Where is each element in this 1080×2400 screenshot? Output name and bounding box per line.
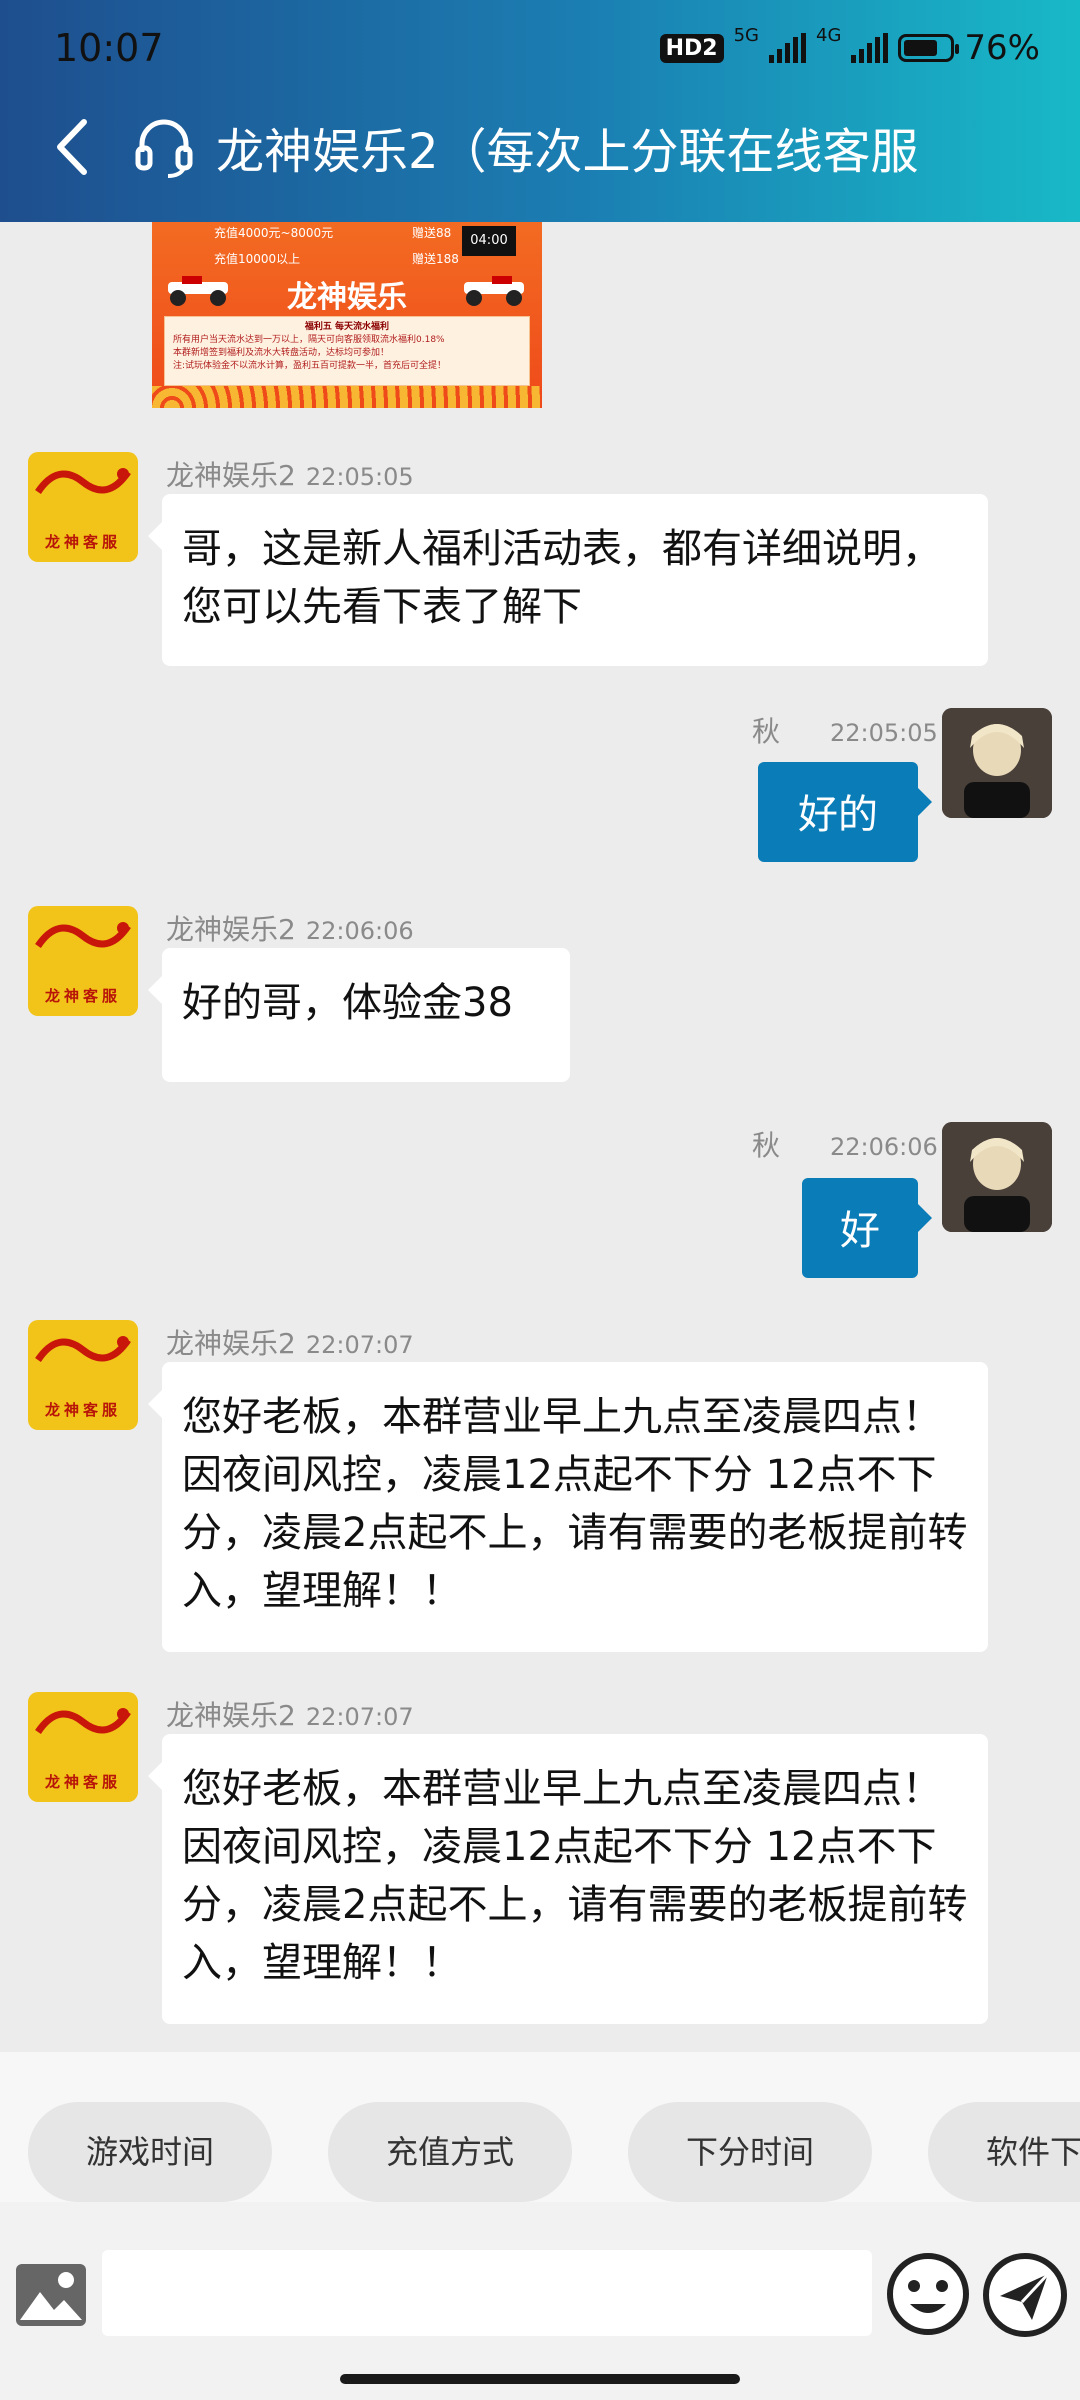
chat-title: 龙神娱乐2（每次上分联在线客服 (216, 124, 919, 180)
quick-reply-bar[interactable]: 游戏时间 充值方式 下分时间 软件下 (0, 2052, 1080, 2202)
banner-gifts: 赠送88 赠送188 (412, 226, 459, 266)
banner-title: 龙神娱乐 (287, 280, 407, 315)
message-meta: 龙神娱乐2 22:07:07 (166, 1327, 414, 1360)
network-5g-label: 5G (733, 25, 760, 46)
agent-avatar[interactable]: 龙神客服 (28, 1692, 138, 1802)
battery-level (904, 40, 938, 56)
send-icon[interactable] (982, 2252, 1068, 2338)
agent-avatar[interactable]: 龙神客服 (28, 452, 138, 562)
signal-bars-icon-2 (851, 33, 889, 63)
message-meta: 秋 22:06:06 (752, 1129, 938, 1162)
user-avatar[interactable] (942, 1122, 1052, 1232)
agent-avatar[interactable]: 龙神客服 (28, 1320, 138, 1430)
banner-cloud-decoration (152, 386, 542, 408)
user-photo-icon (942, 1122, 1052, 1232)
network-4g-label: 4G (816, 25, 842, 46)
app-header: 10:07 HD2 5G 4G 76% 龙神娱乐2（每次上分联在线客服 (0, 0, 1080, 222)
message-bubble-own[interactable]: 好的 (758, 762, 932, 862)
user-avatar[interactable] (942, 708, 1052, 818)
message-bubble[interactable]: 哥，这是新人福利活动表，都有详细说明，您可以先看下表了解下 (148, 494, 988, 666)
quick-reply-software[interactable]: 软件下 (928, 2102, 1080, 2202)
hd-voice-icon: HD2 (659, 33, 724, 63)
dragon-icon (35, 922, 131, 949)
chat-area[interactable]: 充值4000元~8000元 充值10000以上 赠送88 赠送188 04:00 龙… (0, 222, 1080, 2052)
headset-icon (135, 119, 193, 178)
message-bubble[interactable]: 您好老板，本群营业早上九点至凌晨四点！因夜间风控，凌晨12点起不下分 12点不下… (148, 1362, 988, 1652)
promo-image[interactable]: 充值4000元~8000元 充值10000以上 赠送88 赠送188 04:00 龙… (152, 222, 542, 408)
banner-clock: 04:00 (462, 226, 516, 256)
message-input[interactable] (102, 2250, 872, 2336)
message-meta: 龙神娱乐2 22:05:05 (166, 459, 414, 492)
message-input-bar (0, 2202, 1080, 2400)
banner-line-1: 充值4000元~8000元 充值10000以上 (214, 226, 334, 266)
message-bubble[interactable]: 您好老板，本群营业早上九点至凌晨四点！因夜间风控，凌晨12点起不下分 12点不下… (148, 1734, 988, 2024)
battery-percent: 76% (964, 28, 1040, 68)
dragon-icon (35, 1708, 131, 1735)
dragon-icon (35, 468, 131, 495)
agent-avatar[interactable]: 龙神客服 (28, 906, 138, 1016)
home-indicator[interactable] (340, 2374, 740, 2384)
battery-icon (898, 34, 960, 62)
status-indicators: HD2 5G 4G 76% (659, 25, 1040, 68)
message-bubble-own[interactable]: 好 (802, 1178, 932, 1278)
back-arrow-icon[interactable] (48, 112, 98, 182)
user-photo-icon (942, 708, 1052, 818)
banner-panel: 福利五 每天流水福利 所有用户当天流水达到一万以上，隔天可向客服领取流水福利0.… (164, 316, 530, 386)
signal-bars-icon (769, 33, 807, 63)
dragon-icon (35, 1336, 131, 1363)
emoji-icon[interactable] (886, 2252, 970, 2336)
message-meta: 龙神娱乐2 22:07:07 (166, 1699, 414, 1732)
message-meta: 龙神娱乐2 22:06:06 (166, 913, 414, 946)
image-icon[interactable] (14, 2260, 88, 2330)
quick-reply-game-time[interactable]: 游戏时间 (28, 2102, 272, 2202)
status-time: 10:07 (54, 26, 164, 70)
quick-reply-withdraw-time[interactable]: 下分时间 (628, 2102, 872, 2202)
message-bubble[interactable]: 好的哥，体验金38 (148, 948, 570, 1082)
message-meta: 秋 22:05:05 (752, 715, 938, 748)
quick-reply-recharge[interactable]: 充值方式 (328, 2102, 572, 2202)
